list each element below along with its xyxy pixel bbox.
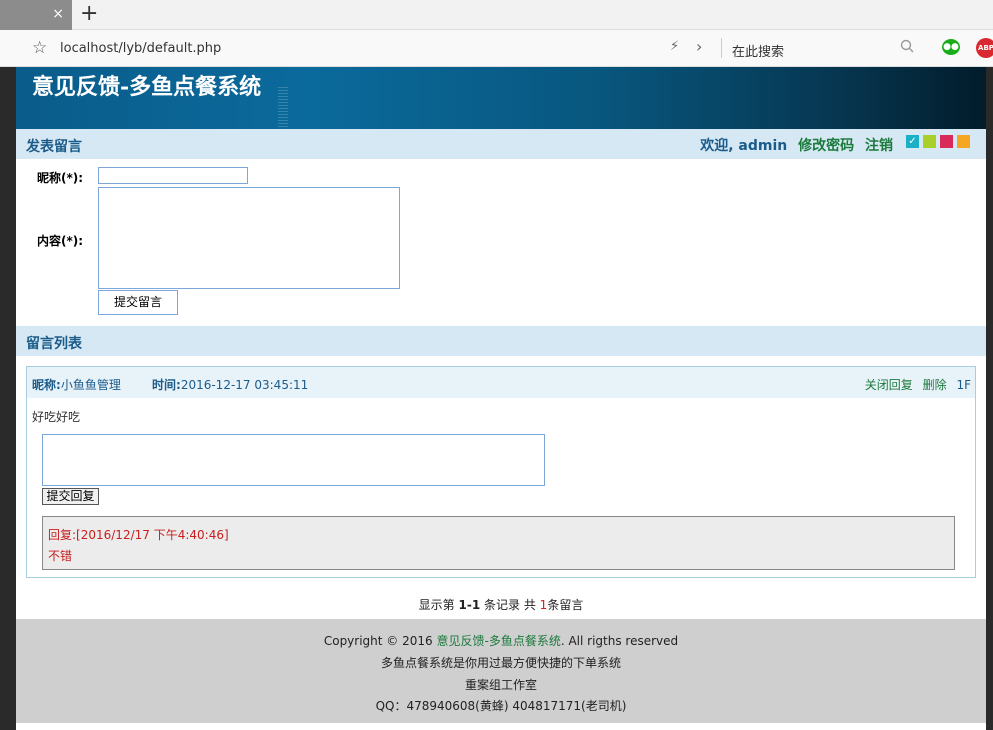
theme-swatch-red[interactable] [940,135,953,148]
message-content: 好吃好吃 [32,410,81,424]
theme-swatch-orange[interactable] [957,135,970,148]
page-container: 意见反馈-多鱼点餐系统 发表留言 欢迎, admin 修改密码 注销 ✓ 昵称(… [16,67,986,730]
reply-item: 回复:[2016/12/17 下午4:40:46] 不错 [42,516,955,570]
copyright-prefix: Copyright © 2016 [323,634,433,648]
site-title: 意见反馈-多鱼点餐系统 [32,74,262,100]
tab-close-icon[interactable]: × [52,6,64,22]
url-field[interactable]: localhost/lyb/default.php [60,41,221,56]
footer-studio: 重案组工作室 [464,678,537,692]
wechat-icon[interactable]: ●● [942,39,960,55]
footer-tagline: 多鱼点餐系统是你用过最方便快捷的下单系统 [380,656,621,670]
message-actions: 关闭回复 删除 1F [859,376,971,393]
lightning-icon[interactable]: ⚡ [670,39,679,54]
reply-header: 回复:[2016/12/17 下午4:40:46] [48,526,229,543]
reply-label: 回复: [48,528,77,542]
pager-middle: 条记录 共 [484,598,536,612]
welcome-text: 欢迎, admin [700,138,788,154]
reply-time: [2016/12/17 下午4:40:46] [76,528,229,542]
reply-content: 不错 [48,549,73,563]
address-bar: ☆ localhost/lyb/default.php ⚡ › 在此搜索 ●● … [0,30,993,67]
search-box[interactable]: 在此搜索 [732,41,784,60]
close-reply-link[interactable]: 关闭回复 [865,378,913,392]
list-section-bar: 留言列表 [16,326,986,356]
header-banner: 意见反馈-多鱼点餐系统 [16,67,986,129]
submit-reply-button[interactable]: 提交回复 [42,488,99,505]
bookmark-star-icon[interactable]: ☆ [32,38,47,58]
delete-link[interactable]: 删除 [923,378,947,392]
floor-number: 1F [956,378,971,392]
theme-swatch-green[interactable] [923,135,936,148]
post-section-title: 发表留言 [26,139,82,155]
chevron-right-icon[interactable]: › [696,37,702,56]
reply-textarea[interactable] [42,434,545,486]
content-label: 内容(*): [37,234,84,248]
post-section-bar: 发表留言 欢迎, admin 修改密码 注销 ✓ [16,129,986,159]
search-icon[interactable] [900,39,914,57]
change-password-link[interactable]: 修改密码 [798,138,854,154]
message-nick: 小鱼鱼管理 [60,378,121,392]
browser-tab[interactable]: × [0,0,72,30]
pager-suffix: 条留言 [547,598,584,612]
copyright-suffix: . All rigths reserved [560,634,679,648]
theme-swatches: ✓ [906,135,974,149]
pager-prefix: 显示第 [418,598,455,612]
nickname-label: 昵称(*): [37,171,84,185]
pagination-info: 显示第 1-1 条记录 共 1条留言 [16,596,986,613]
banner-decoration [278,87,288,127]
adblock-icon[interactable]: ABP [976,38,993,58]
footer-contact: QQ：478940608(黄蜂) 404817171(老司机) [375,699,627,713]
footer-site-link[interactable]: 意见反馈-多鱼点餐系统 [436,634,560,648]
list-section-title: 留言列表 [26,336,82,352]
footer-copyright: Copyright © 2016 意见反馈-多鱼点餐系统. All rigths… [16,632,986,649]
pager-range: 1-1 [458,598,481,612]
theme-swatch-cyan[interactable]: ✓ [906,135,919,148]
logout-link[interactable]: 注销 [865,138,893,154]
message-time: 2016-12-17 03:45:11 [180,378,309,392]
new-tab-icon[interactable]: + [80,2,98,26]
content-textarea[interactable] [98,187,400,289]
message-time-label: 时间: [152,378,181,392]
user-links: 欢迎, admin 修改密码 注销 [694,135,893,155]
message-item: 昵称:小鱼鱼管理 时间:2016-12-17 03:45:11 关闭回复 删除 … [26,366,976,578]
message-header: 昵称:小鱼鱼管理 时间:2016-12-17 03:45:11 关闭回复 删除 … [27,367,975,398]
message-nick-label: 昵称: [32,378,61,392]
submit-message-button[interactable]: 提交留言 [98,290,178,315]
toolbar-divider [721,38,722,58]
nickname-input[interactable] [98,167,248,184]
browser-tab-strip: × + [0,0,993,30]
footer: Copyright © 2016 意见反馈-多鱼点餐系统. All rigths… [16,619,986,723]
